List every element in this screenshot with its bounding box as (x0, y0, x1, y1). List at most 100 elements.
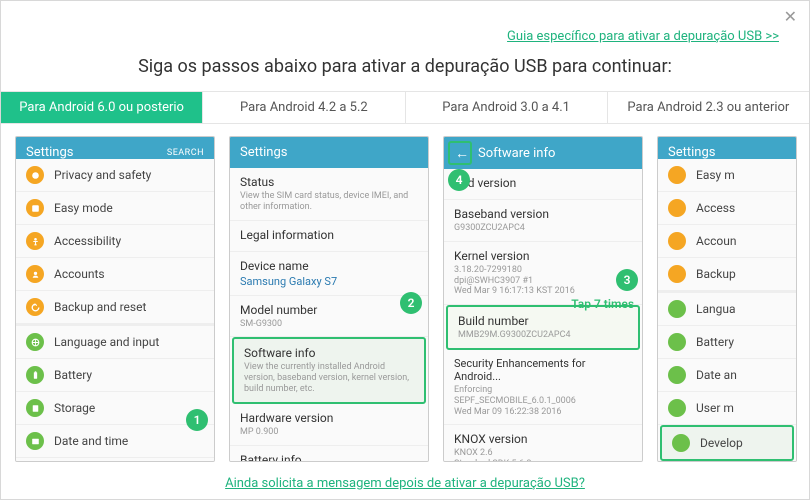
android-version-block: roid version (444, 169, 642, 200)
list-item: Privacy and safety (16, 159, 214, 192)
item-label: User m (696, 401, 734, 415)
block-sub: Enforcing SEPF_SECMOBILE_6.0.1_0006 Wed … (454, 385, 632, 417)
block-sub: 3.18.20-7299180 dpi@SWHC3907 #1 Wed Mar … (454, 265, 632, 297)
storage-icon (26, 399, 44, 417)
item-label: Access (696, 201, 735, 215)
back-highlight (448, 141, 472, 165)
accounts-icon (668, 232, 686, 250)
list-item: Storage (16, 392, 214, 425)
developer-options-row: Develop (660, 425, 794, 461)
block-title: roid version (454, 176, 632, 190)
item-label: Language and input (54, 335, 159, 349)
date-icon (668, 366, 686, 384)
bottom-help-link-container: Ainda solicita a mensagem depois de ativ… (1, 462, 809, 501)
panel-settings-4: Settings Easy m Access Accoun Backup Lan… (657, 136, 797, 462)
list-item: About d (658, 461, 796, 462)
status-block: Status View the SIM card status, device I… (230, 168, 428, 221)
panel4-title: Settings (668, 145, 715, 160)
item-label: Easy m (696, 168, 735, 182)
list-item: Accessibility (16, 225, 214, 258)
legal-block: Legal information (230, 221, 428, 252)
list-item: User manual (16, 458, 214, 462)
step-badge-2: 2 (400, 292, 422, 314)
block-title: Security Enhancements for Android... (454, 357, 632, 383)
block-title: Device name (240, 259, 418, 273)
panel3-header: ← Software info (444, 137, 642, 169)
list-item: Accounts (16, 258, 214, 291)
battery-icon (668, 333, 686, 351)
block-sub: MMB29M.G9300ZCU2APC4 (458, 330, 628, 341)
device-name-block: Device name Samsung Galaxy S7 (230, 252, 428, 296)
list-item: Easy m (658, 159, 796, 192)
block-title: Software info (244, 346, 414, 360)
accessibility-icon (26, 232, 44, 250)
block-title: KNOX version (454, 432, 632, 446)
list-item: Accoun (658, 225, 796, 258)
item-label: Storage (54, 401, 95, 415)
panel2-title: Settings (240, 145, 287, 160)
block-title: Model number (240, 303, 418, 317)
list-item: Access (658, 192, 796, 225)
kernel-block: Kernel version 3.18.20-7299180 dpi@SWHC39… (444, 242, 642, 305)
privacy-icon (26, 166, 44, 184)
panel-settings-1: Settings SEARCH Privacy and safety Easy … (15, 136, 215, 462)
list-item: Date an (658, 359, 796, 392)
item-label: Easy mode (54, 201, 113, 215)
item-label: Langua (696, 302, 736, 316)
tab-android-2-3[interactable]: Para Android 2.3 ou anterior (608, 92, 809, 123)
close-icon[interactable]: ✕ (784, 7, 797, 26)
hardware-block: Hardware version MP 0.900 (230, 404, 428, 446)
accounts-icon (26, 265, 44, 283)
block-sub: G9300ZCU2APC4 (454, 223, 632, 234)
item-label: Privacy and safety (54, 168, 151, 182)
page-title: Siga os passos abaixo para ativar a depu… (1, 44, 809, 91)
manual-icon (668, 399, 686, 417)
tab-android-3-0[interactable]: Para Android 3.0 a 4.1 (406, 92, 608, 123)
panel2-header: Settings (230, 137, 428, 168)
item-label: Accounts (54, 267, 105, 281)
backup-icon (26, 298, 44, 316)
block-title: Status (240, 175, 418, 189)
list-item: Backup and reset (16, 291, 214, 324)
item-label: Date and time (54, 434, 128, 448)
android-version-tabs: Para Android 6.0 ou posterio Para Androi… (1, 91, 809, 124)
screenshot-panels: Settings SEARCH Privacy and safety Easy … (1, 124, 809, 462)
block-sub: KNOX 2.6 Standard SDK 5.6.0 Premium SDK … (454, 448, 632, 462)
list-item: Battery (16, 359, 214, 392)
list-item: Date and time (16, 425, 214, 458)
panel1-title: Settings (26, 145, 73, 160)
block-title: Hardware version (240, 411, 418, 425)
tab-android-4-2[interactable]: Para Android 4.2 a 5.2 (203, 92, 405, 123)
block-value: Samsung Galaxy S7 (240, 275, 418, 288)
developer-icon (672, 434, 690, 452)
block-sub: View the SIM card status, device IMEI, a… (240, 191, 418, 213)
item-label: Battery (696, 335, 734, 349)
panel3-title: Software info (478, 146, 555, 161)
backup-icon (668, 265, 686, 283)
usb-guide-link[interactable]: Guia específico para ativar a depuração … (1, 21, 809, 44)
block-title: Battery info (240, 453, 418, 462)
security-block: Security Enhancements for Android...Enfo… (444, 350, 642, 425)
accessibility-icon (668, 199, 686, 217)
block-sub: MP 0.900 (240, 427, 418, 438)
item-label: Develop (700, 436, 743, 450)
item-label: Accoun (696, 234, 736, 248)
baseband-block: Baseband version G9300ZCU2APC4 (444, 200, 642, 242)
panel-software-info: ← Software info roid version Baseband ve… (443, 136, 643, 462)
battery-icon (26, 366, 44, 384)
tab-android-6[interactable]: Para Android 6.0 ou posterio (1, 92, 203, 123)
software-info-block: Software infoView the currently installe… (232, 337, 426, 403)
bottom-help-link[interactable]: Ainda solicita a mensagem depois de ativ… (225, 476, 585, 491)
step-badge-3: 3 (616, 269, 638, 291)
tap-7-times-label: Tap 7 times (571, 297, 634, 311)
item-label: Backup (696, 267, 736, 281)
list-item: Langua (658, 291, 796, 326)
block-title: Kernel version (454, 249, 632, 263)
item-label: Backup and reset (54, 300, 146, 314)
language-icon (26, 333, 44, 351)
block-title: Baseband version (454, 207, 632, 221)
search-label: SEARCH (167, 148, 204, 158)
easy-mode-icon (26, 199, 44, 217)
build-number-block: Build number MMB29M.G9300ZCU2APC4 (446, 305, 640, 350)
list-item: Easy mode (16, 192, 214, 225)
